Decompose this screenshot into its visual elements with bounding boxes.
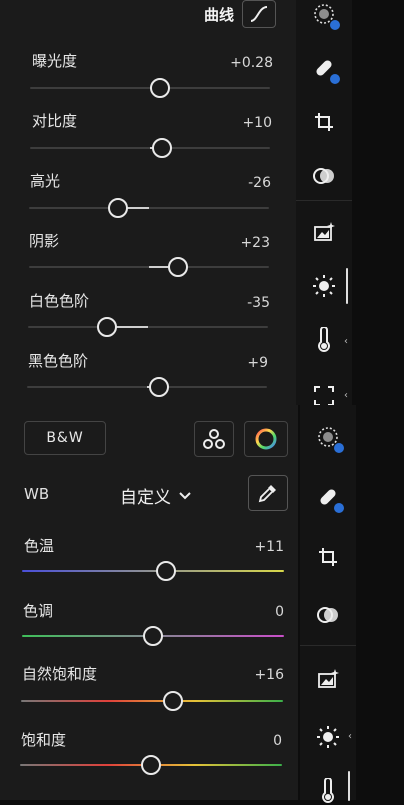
slider-track[interactable] — [30, 138, 270, 158]
color-temperature-icon[interactable] — [314, 777, 342, 805]
star-badge-icon — [329, 19, 341, 31]
enhance-image-icon[interactable] — [314, 665, 342, 693]
heal-icon[interactable] — [310, 54, 341, 85]
color-mixer-button[interactable] — [194, 421, 234, 457]
slider-value: +11 — [254, 539, 284, 555]
wb-preset-value: 自定义 — [120, 488, 171, 508]
slider-label: 阴影 — [29, 232, 60, 250]
slider-value: +10 — [242, 115, 272, 131]
slider-track[interactable] — [21, 691, 283, 711]
slider-value: -35 — [247, 295, 270, 311]
bw-button[interactable]: B&W — [24, 421, 106, 455]
active-indicator — [346, 268, 348, 304]
crop-icon[interactable] — [310, 108, 338, 136]
wb-preset-select[interactable]: 自定义 — [120, 483, 191, 508]
rail-divider — [296, 200, 352, 201]
slider-thumb[interactable] — [143, 626, 163, 646]
slider-track[interactable] — [28, 317, 268, 337]
color-mixer-icon — [203, 429, 225, 449]
slider-track[interactable] — [27, 377, 267, 397]
caret-left-icon: ‹ — [344, 336, 348, 347]
slider-track[interactable] — [22, 561, 284, 581]
slider-thumb[interactable] — [149, 377, 169, 397]
slider-label: 高光 — [30, 172, 61, 190]
slider-label: 色调 — [23, 602, 54, 620]
slider-track[interactable] — [29, 198, 269, 218]
slider-value: 0 — [273, 733, 282, 749]
color-temperature-icon[interactable] — [310, 326, 338, 354]
rail-divider — [300, 645, 356, 646]
chevron-down-icon — [179, 491, 191, 499]
slider-track[interactable] — [20, 755, 282, 775]
slider-track[interactable] — [30, 78, 270, 98]
mask-icon[interactable] — [310, 0, 341, 31]
crop-icon[interactable] — [314, 543, 342, 571]
tool-rail-bottom: ‹ — [300, 405, 356, 803]
color-panel: B&W WB 自定义 色温 +11 色调 0 自然饱和度 +16 饱和度 0 — [0, 405, 298, 800]
slider-label: 对比度 — [32, 112, 78, 130]
light-panel: 曲线 曝光度 +0.28 对比度 +10 高光 -26 阴影 +23 白色色阶 … — [0, 0, 298, 405]
curve-icon — [250, 6, 268, 22]
star-badge-icon — [329, 73, 341, 85]
curve-row: 曲线 — [204, 0, 276, 28]
presets-icon[interactable] — [314, 601, 342, 629]
star-badge-icon — [333, 502, 345, 514]
slider-track[interactable] — [22, 626, 284, 646]
slider-label: 自然饱和度 — [22, 665, 98, 683]
slider-thumb[interactable] — [162, 691, 183, 711]
light-icon[interactable] — [314, 723, 342, 751]
slider-thumb[interactable] — [167, 257, 188, 277]
slider-label: 饱和度 — [21, 731, 67, 749]
presets-icon[interactable] — [310, 162, 338, 190]
active-indicator — [348, 771, 350, 801]
color-wheel-icon — [255, 428, 277, 450]
tool-rail-top: ‹ ‹ — [296, 0, 352, 406]
caret-left-icon: ‹ — [348, 731, 352, 742]
curve-button[interactable] — [242, 0, 276, 28]
slider-track[interactable] — [29, 257, 269, 277]
slider-thumb[interactable] — [149, 78, 170, 98]
wb-label: WB — [24, 485, 50, 503]
enhance-image-icon[interactable] — [310, 218, 338, 246]
slider-thumb[interactable] — [107, 198, 128, 218]
slider-label: 黑色色阶 — [28, 352, 89, 370]
slider-label: 色温 — [24, 537, 55, 555]
slider-thumb[interactable] — [141, 755, 161, 775]
slider-value: 0 — [275, 604, 284, 620]
mask-icon[interactable] — [314, 423, 345, 454]
heal-icon[interactable] — [314, 483, 345, 514]
light-icon[interactable] — [310, 272, 338, 300]
slider-thumb[interactable] — [97, 317, 118, 337]
slider-thumb[interactable] — [156, 561, 177, 581]
slider-value: +23 — [240, 235, 270, 251]
slider-value: +0.28 — [230, 55, 273, 71]
color-grading-button[interactable] — [244, 421, 288, 457]
slider-label: 白色色阶 — [29, 292, 90, 310]
eyedropper-button[interactable] — [248, 475, 288, 511]
star-badge-icon — [333, 442, 345, 454]
caret-left-icon: ‹ — [344, 390, 348, 401]
slider-thumb[interactable] — [152, 138, 172, 158]
slider-value: -26 — [248, 175, 271, 191]
slider-label: 曝光度 — [32, 52, 78, 70]
curve-label: 曲线 — [203, 5, 234, 24]
slider-value: +16 — [254, 667, 284, 683]
eyedropper-icon — [258, 485, 276, 503]
slider-value: +9 — [247, 355, 268, 371]
